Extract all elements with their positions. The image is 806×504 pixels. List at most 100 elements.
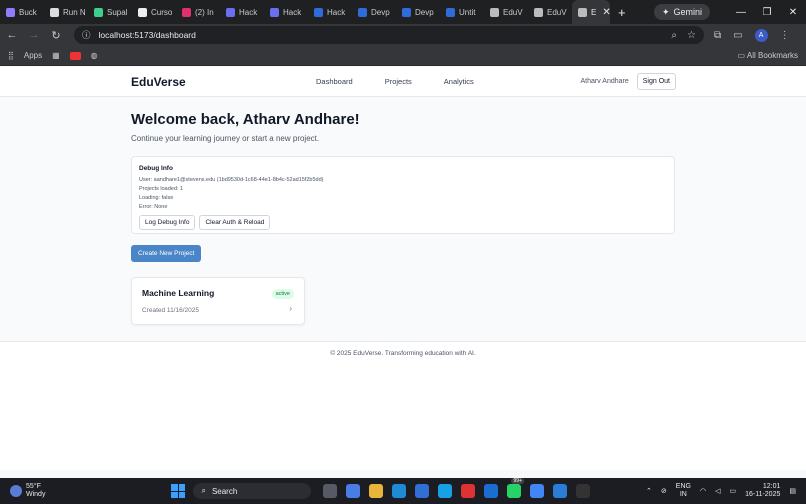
profile-avatar[interactable]: A xyxy=(754,28,768,42)
reload-icon[interactable]: ↻ xyxy=(46,29,66,42)
minimize-button[interactable]: — xyxy=(728,7,754,18)
favicon-icon xyxy=(226,7,235,17)
store-icon[interactable] xyxy=(415,484,430,498)
tab-label: E xyxy=(591,7,597,17)
whatsapp-icon[interactable]: 99+ xyxy=(507,478,524,498)
footer-text: © 2025 EduVerse. Transforming education … xyxy=(330,350,476,357)
weather-temp: 55°F xyxy=(26,483,41,490)
debug-panel: Debug Info User: aandhare1@stevens.edu (… xyxy=(131,156,675,234)
taskbar-search[interactable]: ⌕ Search xyxy=(193,483,312,499)
browser-tab[interactable]: EduV xyxy=(528,0,572,24)
all-bookmarks-button[interactable]: ▭ All Bookmarks xyxy=(738,51,798,60)
project-created: Created 11/16/2025 xyxy=(142,307,199,314)
nav-links: Dashboard Projects Analytics xyxy=(316,77,474,86)
clock[interactable]: 12:01 16-11-2025 xyxy=(745,483,780,499)
close-window-button[interactable]: ✕ xyxy=(780,7,806,18)
gemini-button[interactable]: ✦ Gemini xyxy=(653,4,710,20)
tab-label: Untit xyxy=(459,7,476,17)
task-view-icon[interactable] xyxy=(323,484,338,498)
vscode-icon[interactable] xyxy=(438,484,453,498)
taskbar-apps: 99+ xyxy=(323,478,591,498)
volume-icon[interactable]: ◁ xyxy=(715,487,720,495)
grid-icon[interactable]: ▦ xyxy=(52,51,60,60)
globe-icon[interactable]: ◍ xyxy=(91,51,98,60)
cast-icon[interactable]: ▭ xyxy=(733,30,742,41)
terminal-icon[interactable] xyxy=(576,484,591,498)
chevron-right-icon[interactable]: › xyxy=(289,304,292,313)
browser-tab[interactable]: EduV xyxy=(484,0,528,24)
favicon-icon xyxy=(578,7,587,17)
bookmark-star-icon[interactable]: ☆ xyxy=(687,30,696,41)
browser-tab[interactable]: (2) In xyxy=(176,0,220,24)
language-indicator[interactable]: ENG IN xyxy=(676,483,691,499)
back-icon[interactable]: ← xyxy=(2,29,22,41)
browser-tab[interactable]: Supal xyxy=(88,0,132,24)
nav-dashboard[interactable]: Dashboard xyxy=(316,77,353,86)
browser-tab[interactable]: Run N xyxy=(44,0,88,24)
apps-bookmark[interactable]: Apps xyxy=(24,51,42,60)
web-page: EduVerse Dashboard Projects Analytics At… xyxy=(0,67,806,470)
hp-icon[interactable] xyxy=(484,484,499,498)
browser-tab[interactable]: Devp xyxy=(396,0,440,24)
youtube-icon[interactable] xyxy=(69,51,81,60)
edge-icon[interactable] xyxy=(392,484,407,498)
wifi-icon[interactable]: ◠ xyxy=(700,487,706,495)
nav-projects[interactable]: Projects xyxy=(385,77,412,86)
browser-tab[interactable]: Untit xyxy=(440,0,484,24)
debug-loading: Loading: false xyxy=(139,195,174,201)
browser-tab[interactable]: Hack xyxy=(308,0,352,24)
search-label: Search xyxy=(211,486,238,496)
favicon-icon xyxy=(358,7,367,17)
sign-out-button[interactable]: Sign Out xyxy=(636,73,676,90)
brand-logo[interactable]: EduVerse xyxy=(131,75,186,89)
browser-tab[interactable]: Devp xyxy=(352,0,396,24)
copilot-icon[interactable] xyxy=(346,484,361,498)
notification-badge: 99+ xyxy=(511,478,524,484)
new-tab-button[interactable]: + xyxy=(610,5,634,20)
browser-tab[interactable]: Buck xyxy=(0,0,44,24)
start-button[interactable] xyxy=(171,484,186,498)
weather-widget[interactable]: 55°F Windy xyxy=(10,483,45,499)
log-debug-button[interactable]: Log Debug Info xyxy=(139,215,196,230)
lang-line1: ENG xyxy=(675,483,691,490)
tab-label: Supal xyxy=(107,7,128,17)
favicon-icon xyxy=(534,7,543,17)
zoom-icon[interactable]: ⌕ xyxy=(671,30,677,41)
favicon-icon xyxy=(182,7,191,17)
site-info-icon[interactable]: ⓘ xyxy=(82,29,91,41)
project-card[interactable]: Machine Learning active Created 11/16/20… xyxy=(131,277,305,325)
nav-analytics[interactable]: Analytics xyxy=(444,77,474,86)
browser-tab-active[interactable]: E ✕ xyxy=(572,0,610,24)
clear-auth-button[interactable]: Clear Auth & Reload xyxy=(199,215,271,230)
tab-label: Devp xyxy=(415,7,434,17)
user-name: Atharv Andhare xyxy=(580,78,629,85)
notifications-icon[interactable]: ▤ xyxy=(789,487,796,495)
menu-icon[interactable]: ⋮ xyxy=(780,30,790,41)
extensions-icon[interactable]: ⧉ xyxy=(714,30,721,41)
chevron-up-icon[interactable]: ⌃ xyxy=(646,487,652,495)
chrome-icon[interactable] xyxy=(530,484,545,498)
close-tab-icon[interactable]: ✕ xyxy=(602,7,610,18)
mcafee-icon[interactable] xyxy=(461,484,476,498)
network-off-icon[interactable]: ⊘ xyxy=(661,487,667,495)
browser-tab-strip: Buck Run N Supal Curso (2) In Hack Hack Hack Dev… xyxy=(0,0,806,24)
favicon-icon xyxy=(94,7,103,17)
bookmarks-bar: ⣿ Apps ▦ ◍ ▭ All Bookmarks xyxy=(0,46,806,66)
address-bar-row: ← → ↻ ⓘ localhost:5173/dashboard ⌕ ☆ ⧉ ▭… xyxy=(0,24,806,46)
browser-tab[interactable]: Hack xyxy=(264,0,308,24)
outlook-icon[interactable] xyxy=(553,484,568,498)
clock-time: 12:01 xyxy=(762,483,781,490)
file-explorer-icon[interactable] xyxy=(369,484,384,498)
page-subtitle: Continue your learning journey or start … xyxy=(131,134,320,143)
battery-icon[interactable]: ▭ xyxy=(729,487,736,495)
browser-tab[interactable]: Curso xyxy=(132,0,176,24)
lang-line2: IN xyxy=(679,491,687,498)
apps-icon[interactable]: ⣿ xyxy=(8,51,14,60)
favicon-icon xyxy=(314,7,323,17)
browser-tab[interactable]: Hack xyxy=(220,0,264,24)
restore-button[interactable]: ❐ xyxy=(754,7,780,18)
forward-icon[interactable]: → xyxy=(24,29,44,41)
favicon-icon xyxy=(270,7,279,17)
create-project-button[interactable]: Create New Project xyxy=(131,245,202,262)
url-input[interactable]: ⓘ localhost:5173/dashboard ⌕ ☆ xyxy=(74,26,704,44)
